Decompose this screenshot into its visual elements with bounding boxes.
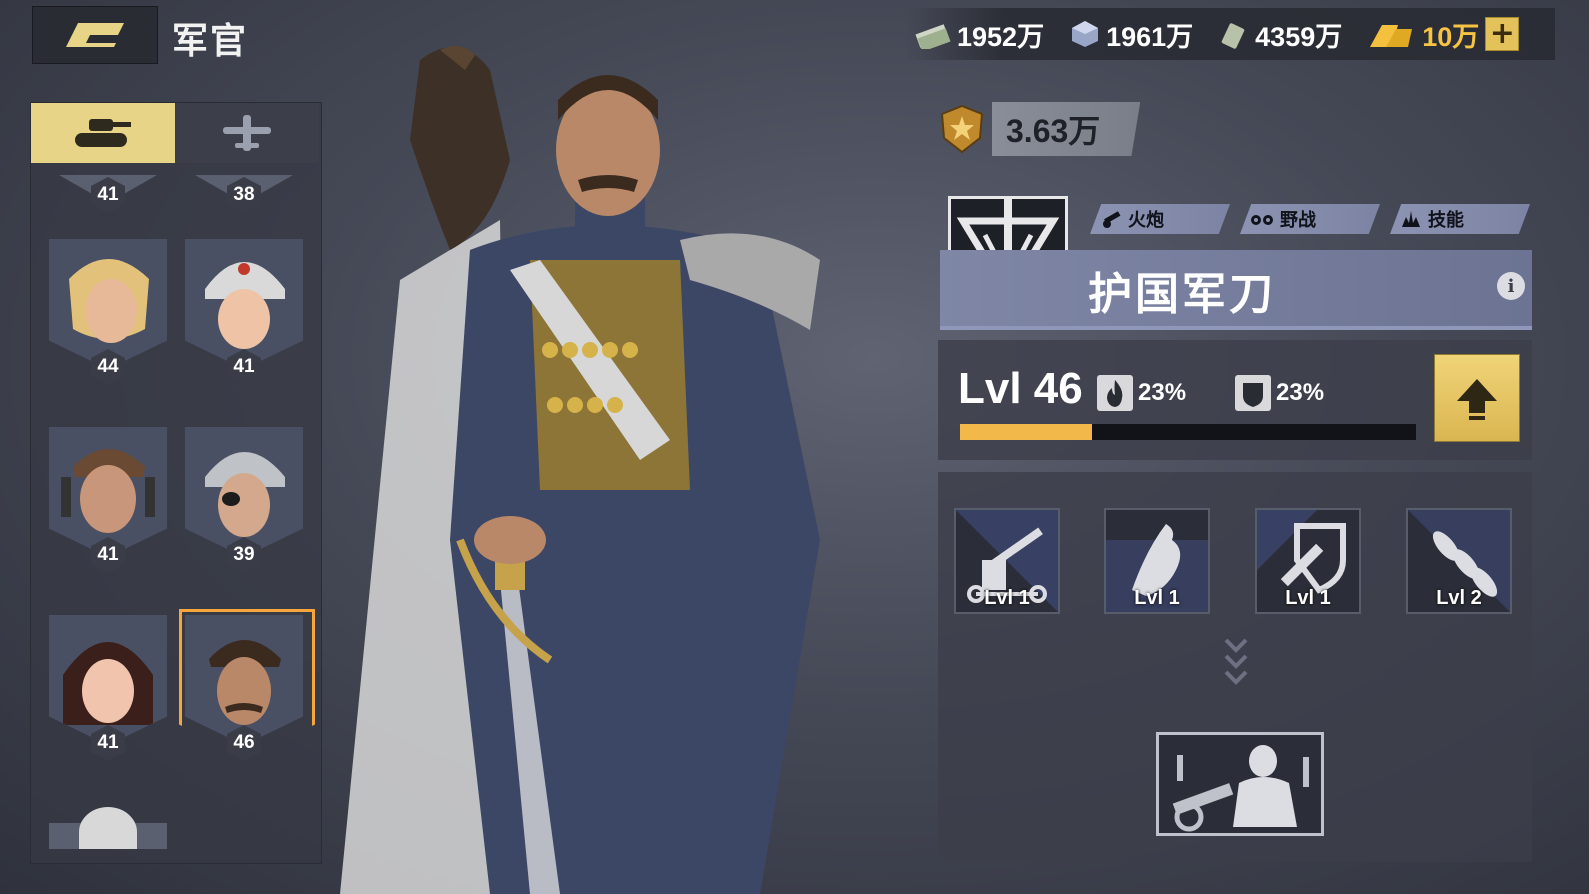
tag-field-label: 野战 — [1280, 210, 1316, 231]
shield-defense-icon — [1235, 375, 1271, 411]
tag-field: 野战 — [1240, 204, 1380, 234]
power-value: 3.63万 — [992, 102, 1141, 156]
tab-tank[interactable] — [31, 103, 175, 163]
cash-icon — [915, 24, 951, 49]
officer-card[interactable]: 41 — [185, 239, 303, 389]
back-button[interactable] — [32, 6, 158, 64]
officer-tags: 火炮 野战 技能 — [1090, 204, 1530, 234]
back-arrow-icon — [66, 23, 124, 47]
skill-slot-artillery[interactable]: Lvl 1 — [954, 508, 1060, 614]
binoculars-icon — [1251, 215, 1273, 225]
officer-name: 护国军刀 — [1088, 269, 1276, 320]
resource-steel[interactable]: 1961万 — [1060, 15, 1203, 54]
plane-icon — [223, 115, 271, 151]
skill-level: Lvl 2 — [1436, 587, 1482, 609]
tag-artillery-label: 火炮 — [1128, 210, 1164, 231]
resource-steel-value: 1961万 — [1106, 21, 1194, 52]
add-gold-button[interactable]: + — [1485, 17, 1520, 51]
attack-bonus: 23% — [1096, 374, 1186, 412]
steel-cube-icon — [1072, 21, 1099, 47]
resource-gold-value: 10万 — [1422, 21, 1480, 52]
commander-artillery-skill-icon — [1172, 745, 1309, 832]
tab-plane[interactable] — [175, 103, 319, 163]
officer-card-selected[interactable]: 46 — [179, 609, 315, 765]
skill-level: Lvl 1 — [1134, 587, 1180, 609]
gold-bars-icon — [1370, 25, 1413, 47]
cannon-icon — [1103, 211, 1121, 228]
chevron-down-icon — [1224, 638, 1248, 685]
power-display: 3.63万 — [940, 102, 1141, 156]
xp-progress-fill — [960, 424, 1093, 440]
officer-list-panel: 41 38 44 41 41 39 41 46 — [30, 102, 322, 864]
power-star-shield-icon — [940, 104, 984, 154]
officer-card[interactable] — [49, 803, 167, 849]
officer-card[interactable]: 44 — [49, 239, 167, 389]
fire-attack-icon — [1097, 375, 1133, 411]
officer-card[interactable]: 41 — [49, 175, 167, 215]
resource-oil-value: 4359万 — [1255, 21, 1343, 52]
skill-slot-shells[interactable]: Lvl 2 — [1406, 508, 1512, 614]
level-up-button[interactable] — [1434, 354, 1520, 442]
resource-cash-value: 1952万 — [957, 21, 1045, 52]
resource-bar: 1952万 1961万 4359万 10万 + — [905, 8, 1555, 60]
skill-level: Lvl 1 — [1285, 587, 1331, 609]
skill-slot-eagle[interactable]: Lvl 1 — [1104, 508, 1210, 614]
officer-card[interactable]: 39 — [185, 427, 303, 577]
tag-skill-label: 技能 — [1428, 210, 1464, 231]
master-skill-slot[interactable] — [1156, 732, 1324, 836]
info-button[interactable]: i — [1497, 272, 1525, 300]
burst-icon — [1402, 211, 1420, 227]
officer-portrait-illustration — [340, 46, 820, 894]
attack-bonus-value: 23% — [1138, 379, 1187, 406]
officer-card[interactable]: 41 — [49, 427, 167, 577]
xp-progress-bar — [960, 424, 1416, 440]
skill-level: Lvl 1 — [984, 587, 1030, 609]
tank-icon — [75, 119, 131, 147]
officer-card[interactable]: 41 — [49, 615, 167, 765]
officer-level: Lvl 46 — [958, 364, 1083, 413]
resource-cash[interactable]: 1952万 — [905, 15, 1054, 54]
up-arrow-icon — [1457, 379, 1497, 420]
resource-gold[interactable]: 10万 + — [1358, 15, 1529, 54]
defense-bonus: 23% — [1234, 374, 1324, 412]
defense-bonus-value: 23% — [1276, 379, 1325, 406]
officer-card[interactable]: 38 — [185, 175, 303, 215]
tag-artillery: 火炮 — [1090, 204, 1230, 234]
tag-skill: 技能 — [1390, 204, 1530, 234]
resource-oil[interactable]: 4359万 — [1209, 15, 1352, 54]
skill-slot-shield-rocket[interactable]: Lvl 1 — [1255, 508, 1361, 614]
page-title: 军官 — [172, 21, 249, 62]
oil-can-icon — [1221, 23, 1245, 49]
